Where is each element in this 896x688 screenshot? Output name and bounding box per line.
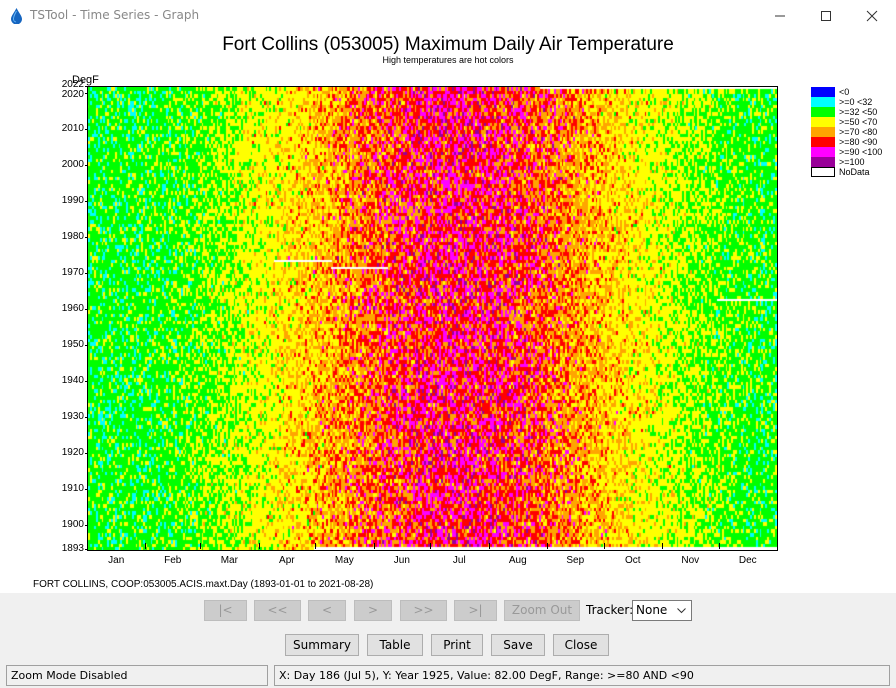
last-button[interactable]: >|	[454, 600, 497, 621]
legend-swatch	[811, 97, 835, 107]
tracker-select[interactable]: None	[632, 600, 692, 621]
maximize-button[interactable]	[803, 0, 849, 31]
legend-swatch	[811, 127, 835, 137]
print-button[interactable]: Print	[431, 634, 483, 656]
y-tick-label: 1950	[61, 338, 84, 350]
close-icon	[866, 10, 878, 22]
legend-label: >=50 <70	[839, 117, 878, 127]
x-tick-label: May	[334, 555, 354, 566]
x-tick-mark	[200, 543, 202, 549]
legend-swatch	[811, 147, 835, 157]
chart-title: Fort Collins (053005) Maximum Daily Air …	[222, 34, 674, 55]
cursor-info-status: X: Day 186 (Jul 5), Y: Year 1925, Value:…	[274, 665, 890, 686]
chevron-down-icon	[677, 608, 686, 614]
x-tick-label: Nov	[681, 555, 700, 566]
close-window-button[interactable]	[849, 0, 895, 31]
y-tick-label: 1910	[61, 482, 84, 494]
legend-label: NoData	[839, 167, 870, 177]
forward-button[interactable]: >	[354, 600, 392, 621]
save-button[interactable]: Save	[491, 634, 545, 656]
y-tick-label: 1980	[61, 231, 84, 243]
legend-label: >=100	[839, 157, 865, 167]
summary-button[interactable]: Summary	[285, 634, 359, 656]
y-tick-label: 1920	[61, 446, 84, 458]
y-tick-label: 1990	[61, 195, 84, 207]
x-tick-label: Jan	[108, 555, 125, 566]
legend-label: >=90 <100	[839, 147, 883, 157]
legend-swatch	[811, 167, 835, 177]
y-tick-label: 1970	[61, 267, 84, 279]
tracker-value: None	[636, 603, 668, 617]
y-tick-label: 1960	[61, 303, 84, 314]
legend-swatch	[811, 117, 835, 127]
x-tick-mark	[373, 543, 375, 549]
minimize-icon	[775, 15, 785, 17]
x-tick-mark	[488, 543, 490, 549]
x-tick-label: Oct	[624, 555, 641, 566]
y-tick-label: 1893	[61, 543, 84, 554]
legend-label: >=0 <32	[839, 97, 873, 107]
y-tick-label: 1940	[61, 374, 84, 386]
x-tick-mark	[718, 543, 720, 549]
y-tick-label: 1900	[61, 518, 84, 530]
x-tick-label: Mar	[220, 555, 238, 566]
minimize-button[interactable]	[757, 0, 803, 31]
legend-label: >=32 <50	[839, 107, 878, 117]
y-tick-label: 2020	[61, 89, 84, 101]
series-description: FORT COLLINS, COOP:053005.ACIS.maxt.Day …	[33, 579, 374, 590]
x-tick-mark	[547, 543, 548, 549]
legend-swatch	[811, 107, 835, 117]
y-tick-label: 2022	[61, 79, 84, 90]
x-tick-mark	[145, 543, 147, 549]
legend-label: <0	[839, 87, 850, 97]
legend-label: >=80 <90	[839, 137, 878, 147]
x-tick-label: Jun	[393, 555, 410, 566]
title-bar: TSTool - Time Series - Graph	[0, 0, 896, 31]
maximize-icon	[821, 11, 831, 21]
legend-swatch	[811, 157, 835, 167]
raster-heatmap[interactable]	[87, 86, 777, 550]
graph-panel: Fort Collins (053005) Maximum Daily Air …	[0, 31, 896, 593]
y-tick-label: 2010	[61, 123, 84, 135]
x-tick-label: Apr	[279, 555, 295, 566]
x-tick-label: Feb	[164, 555, 182, 566]
y-tick-label: 2000	[61, 159, 84, 171]
table-button[interactable]: Table	[367, 634, 423, 656]
page-forward-button[interactable]: >>	[400, 600, 447, 621]
legend-swatch	[811, 137, 835, 147]
y-tick-label: 1930	[61, 410, 84, 422]
legend-swatch	[811, 87, 835, 97]
tracker-label: Tracker:	[586, 603, 634, 617]
first-button[interactable]: |<	[204, 600, 247, 621]
x-tick-label: Dec	[738, 555, 757, 566]
legend-label: >=70 <80	[839, 127, 878, 137]
x-tick-mark	[258, 543, 260, 549]
page-back-button[interactable]: <<	[254, 600, 301, 621]
x-tick-label: Jul	[452, 555, 466, 566]
x-tick-mark	[430, 543, 432, 549]
tstool-drop-icon	[11, 8, 22, 24]
x-tick-mark	[603, 543, 605, 549]
x-tick-label: Sep	[566, 555, 585, 566]
x-tick-mark	[662, 543, 663, 549]
back-button[interactable]: <	[308, 600, 346, 621]
zoom-out-button[interactable]: Zoom Out	[504, 600, 580, 621]
x-tick-mark	[315, 543, 317, 549]
zoom-mode-status: Zoom Mode Disabled	[6, 665, 268, 686]
chart-subtitle: High temperatures are hot colors	[382, 55, 514, 65]
x-tick-label: Aug	[508, 555, 527, 566]
close-button[interactable]: Close	[553, 634, 609, 656]
window-title: TSTool - Time Series - Graph	[30, 8, 200, 22]
